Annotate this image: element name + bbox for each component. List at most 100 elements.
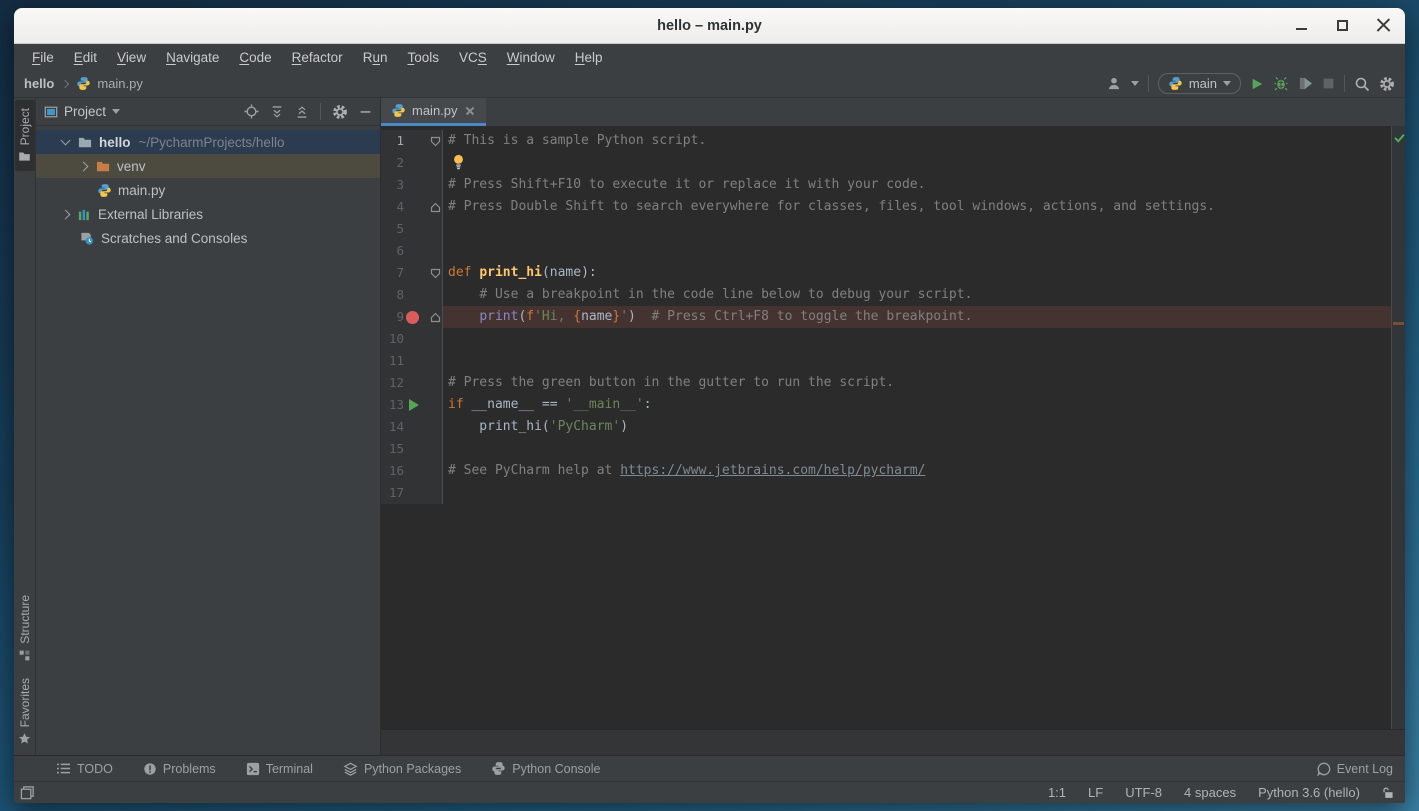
maximize-icon[interactable]	[1335, 18, 1350, 33]
code-text[interactable]	[443, 218, 1391, 240]
close-tab-icon[interactable]	[464, 103, 476, 119]
code-text[interactable]	[443, 328, 1391, 350]
editor-gutter[interactable]: 3	[381, 174, 443, 196]
close-icon[interactable]	[1376, 18, 1391, 33]
editor-gutter[interactable]: 6	[381, 240, 443, 262]
gear-icon[interactable]	[332, 104, 348, 120]
editor-gutter[interactable]: 13	[381, 394, 443, 416]
breakpoint-icon[interactable]	[406, 311, 419, 324]
editor-gutter[interactable]: 10	[381, 328, 443, 350]
title-bar[interactable]: hello – main.py	[14, 8, 1405, 44]
stripe-button-favorites[interactable]: Favorites	[15, 670, 35, 753]
locate-icon[interactable]	[244, 104, 259, 119]
tree-item-hello[interactable]: hello~/PycharmProjects/hello	[36, 130, 380, 154]
menu-file[interactable]: File	[22, 47, 64, 68]
tree-item-external-libraries[interactable]: External Libraries	[36, 202, 380, 226]
fold-down-icon[interactable]	[430, 136, 441, 147]
code-text[interactable]: # Press Shift+F10 to execute it or repla…	[443, 174, 1391, 196]
code-text[interactable]: # Press the green button in the gutter t…	[443, 372, 1391, 394]
menu-run[interactable]: Run	[353, 47, 398, 68]
expand-all-icon[interactable]	[270, 105, 284, 119]
code-text[interactable]	[443, 438, 1391, 460]
code-text[interactable]	[443, 482, 1391, 504]
status-python-interpreter[interactable]: Python 3.6 (hello)	[1258, 785, 1360, 800]
run-configuration-select[interactable]: main	[1158, 73, 1241, 94]
toolwindow-switcher-icon[interactable]	[20, 785, 35, 800]
menu-edit[interactable]: Edit	[64, 47, 107, 68]
editor-gutter[interactable]: 8	[381, 284, 443, 306]
code-text[interactable]: print(f'Hi, {name}') # Press Ctrl+F8 to …	[443, 306, 1391, 328]
editor-gutter[interactable]: 14	[381, 416, 443, 438]
code-editor[interactable]: 1# This is a sample Python script.23# Pr…	[381, 126, 1405, 729]
editor-gutter[interactable]: 15	[381, 438, 443, 460]
status-line-separator[interactable]: LF	[1088, 785, 1103, 800]
stripe-button-project[interactable]: Project	[15, 100, 35, 171]
code-text[interactable]	[443, 350, 1391, 372]
tree-item-main-py[interactable]: main.py	[36, 178, 380, 202]
search-icon[interactable]	[1354, 76, 1370, 92]
code-text[interactable]: if __name__ == '__main__':	[443, 394, 1391, 416]
editor-gutter[interactable]: 7	[381, 262, 443, 284]
minimize-icon[interactable]	[1294, 18, 1309, 33]
breadcrumb-file[interactable]: main.py	[97, 76, 143, 91]
menu-code[interactable]: Code	[229, 47, 281, 68]
menu-navigate[interactable]: Navigate	[156, 47, 229, 68]
menu-view[interactable]: View	[107, 47, 156, 68]
editor-gutter[interactable]: 4	[381, 196, 443, 218]
breadcrumb-project[interactable]: hello	[24, 76, 54, 91]
coverage-icon[interactable]	[1298, 76, 1313, 91]
toolwindow-button-problems[interactable]: Problems	[143, 762, 216, 776]
editor-gutter[interactable]: 17	[381, 482, 443, 504]
bulb-icon[interactable]	[452, 154, 465, 170]
menu-refactor[interactable]: Refactor	[282, 47, 353, 68]
code-text[interactable]	[443, 152, 1391, 174]
tab-main-py[interactable]: main.py	[381, 98, 486, 126]
chevron-right-icon[interactable]	[79, 161, 89, 171]
fold-up-icon[interactable]	[430, 202, 441, 213]
code-text[interactable]	[443, 240, 1391, 262]
chevron-right-icon[interactable]	[61, 209, 71, 219]
editor-gutter[interactable]: 5	[381, 218, 443, 240]
code-text[interactable]: # This is a sample Python script.	[443, 130, 1391, 152]
fold-up-icon[interactable]	[430, 312, 441, 323]
code-text[interactable]: # See PyCharm help at https://www.jetbra…	[443, 460, 1391, 482]
status-indent-style[interactable]: 4 spaces	[1184, 785, 1236, 800]
gear-icon[interactable]	[1379, 76, 1395, 92]
toolwindow-button-python-packages[interactable]: Python Packages	[343, 762, 461, 776]
collapse-all-icon[interactable]	[295, 105, 309, 119]
hide-icon[interactable]	[359, 105, 372, 118]
status-caret-position[interactable]: 1:1	[1048, 785, 1066, 800]
user-icon[interactable]	[1106, 76, 1122, 91]
toolwindow-button-python-console[interactable]: Python Console	[491, 761, 600, 776]
code-text[interactable]: def print_hi(name):	[443, 262, 1391, 284]
tree-item-scratches-and-consoles[interactable]: Scratches and Consoles	[36, 226, 380, 250]
editor-gutter[interactable]: 9	[381, 306, 443, 328]
menu-help[interactable]: Help	[565, 47, 613, 68]
project-panel-title[interactable]: Project	[64, 104, 106, 119]
tree-item-venv[interactable]: venv	[36, 154, 380, 178]
editor-gutter[interactable]: 11	[381, 350, 443, 372]
run-gutter-icon[interactable]	[409, 399, 419, 411]
toolwindow-button-terminal[interactable]: Terminal	[246, 762, 313, 776]
stripe-button-structure[interactable]: Structure	[15, 587, 35, 670]
status-file-encoding[interactable]: UTF-8	[1125, 785, 1162, 800]
code-text[interactable]: # Press Double Shift to search everywher…	[443, 196, 1391, 218]
toolwindow-button-todo[interactable]: TODO	[56, 762, 113, 776]
menu-vcs[interactable]: VCS	[449, 47, 497, 68]
code-text[interactable]: # Use a breakpoint in the code line belo…	[443, 284, 1391, 306]
editor-gutter[interactable]: 12	[381, 372, 443, 394]
menu-window[interactable]: Window	[497, 47, 565, 68]
menu-tools[interactable]: Tools	[397, 47, 449, 68]
run-icon[interactable]	[1250, 77, 1264, 91]
toolwindow-button-event-log[interactable]: Event Log	[1317, 762, 1393, 776]
error-stripe-scrollbar[interactable]	[1391, 126, 1405, 729]
fold-down-icon[interactable]	[430, 268, 441, 279]
stop-icon[interactable]	[1322, 77, 1335, 90]
code-text[interactable]: print_hi('PyCharm')	[443, 416, 1391, 438]
debug-icon[interactable]	[1273, 76, 1289, 91]
chevron-down-icon[interactable]	[112, 109, 120, 114]
editor-gutter[interactable]: 16	[381, 460, 443, 482]
editor-gutter[interactable]: 1	[381, 130, 443, 152]
chevron-down-icon[interactable]	[61, 136, 71, 146]
editor-gutter[interactable]: 2	[381, 152, 443, 174]
